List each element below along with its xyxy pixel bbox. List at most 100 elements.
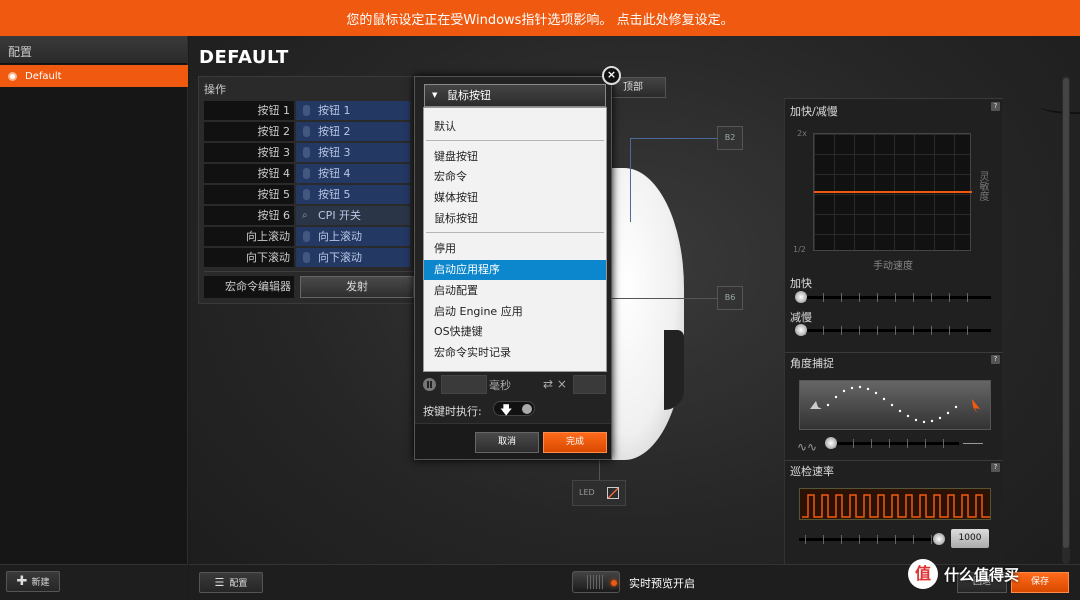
selected-action-label: 鼠标按钮: [447, 89, 491, 102]
menu-item-media[interactable]: 媒体按钮: [424, 188, 606, 208]
action-type-list: 默认 键盘按钮 宏命令 媒体按钮 鼠标按钮 停用 启动应用程序 启动配置 启动 …: [423, 107, 607, 372]
menu-item-live-macro[interactable]: 宏命令实时记录: [424, 343, 606, 363]
accelerate-slider[interactable]: [795, 291, 991, 303]
mouse-side-panel: [664, 330, 684, 410]
button-name: 按钮 4: [204, 164, 294, 183]
menu-item-launch-profile[interactable]: 启动配置: [424, 281, 606, 301]
button-assignment[interactable]: 向上滚动: [296, 227, 410, 246]
accelerate-label: 加快: [790, 277, 812, 290]
action-picker-dialog: ▼ 鼠标按钮 默认 键盘按钮 宏命令 媒体按钮 鼠标按钮 停用 启动应用程序 启…: [414, 76, 612, 460]
callout-line: [630, 138, 717, 139]
new-profile-button[interactable]: ✚ 新建: [6, 571, 60, 592]
button-name: 按钮 1: [204, 101, 294, 120]
button-assignment[interactable]: 按钮 2: [296, 122, 410, 141]
button-assignment[interactable]: 按钮 5: [296, 185, 410, 204]
accel-side-label: 灵敏度: [977, 171, 988, 201]
angle-wave-graphic: [810, 385, 980, 424]
menu-item-launch-app[interactable]: 启动应用程序: [424, 260, 606, 280]
button-row[interactable]: 按钮 4 按钮 4: [204, 164, 410, 183]
mouse-icon: [303, 231, 310, 242]
mouse-icon: [303, 105, 310, 116]
accel-graph[interactable]: [813, 133, 972, 251]
assignment-label: 按钮 4: [318, 167, 351, 180]
banner-text: 您的鼠标设定正在受Windows指针选项影响。 点击此处修复设定。: [346, 12, 734, 28]
polling-graph: [799, 488, 991, 520]
profile-item-default[interactable]: Default: [0, 65, 188, 87]
led-box[interactable]: LED: [572, 480, 626, 506]
button-row[interactable]: 按钮 6 ⌕ CPI 开关: [204, 206, 410, 225]
preview-led-icon: [611, 580, 617, 586]
sidebar-title: 配置: [0, 36, 187, 64]
mouse-icon: [303, 147, 310, 158]
wave-dots: [826, 385, 958, 424]
scrollbar-thumb[interactable]: [1063, 78, 1069, 548]
slider-knob[interactable]: [795, 291, 807, 303]
assignment-label: 向下滚动: [318, 251, 362, 264]
config-button[interactable]: ☰ 配置: [199, 572, 263, 593]
button-row[interactable]: 按钮 2 按钮 2: [204, 122, 410, 141]
decelerate-label: 减慢: [790, 311, 812, 324]
accel-help-icon[interactable]: ?: [991, 102, 1000, 111]
polling-value[interactable]: 1000: [951, 529, 989, 548]
menu-item-keyboard[interactable]: 键盘按钮: [424, 147, 606, 167]
callout-b2[interactable]: B2: [717, 126, 743, 150]
list-icon: ☰: [214, 576, 225, 589]
button-row[interactable]: 按钮 1 按钮 1: [204, 101, 410, 120]
live-preview-toggle[interactable]: [572, 571, 620, 593]
dropdown-arrow-icon: ▼: [432, 91, 438, 99]
repeat-count-input[interactable]: [573, 375, 606, 394]
profile-radio-icon: [8, 71, 17, 81]
polling-title: 巡检速率: [790, 465, 834, 478]
mouse-image: [612, 168, 684, 460]
fix-settings-banner[interactable]: 您的鼠标设定正在受Windows指针选项影响。 点击此处修复设定。: [0, 0, 1080, 36]
button-assignment[interactable]: 按钮 4: [296, 164, 410, 183]
assignment-label: 按钮 5: [318, 188, 351, 201]
button-row[interactable]: 按钮 3 按钮 3: [204, 143, 410, 162]
ms-label: 毫秒: [489, 379, 511, 392]
angle-slider[interactable]: [825, 437, 959, 449]
button-row[interactable]: 向下滚动 向下滚动: [204, 248, 410, 267]
menu-item-launch-engine-app[interactable]: 启动 Engine 应用: [424, 302, 606, 322]
pause-icon[interactable]: [423, 378, 436, 391]
accel-y-top: 2x: [797, 129, 807, 138]
polling-slider[interactable]: [799, 533, 945, 545]
arrow-down-icon: 🡇: [500, 403, 513, 417]
decelerate-slider[interactable]: [795, 324, 991, 336]
mouse-icon: [303, 189, 310, 200]
menu-item-macro[interactable]: 宏命令: [424, 167, 606, 187]
menu-item-mouse[interactable]: 鼠标按钮: [424, 209, 606, 229]
close-dialog-button[interactable]: ×: [602, 66, 621, 85]
hold-execute-toggle[interactable]: 🡇: [493, 401, 535, 417]
menu-item-os-shortcut[interactable]: OS快捷键: [424, 322, 606, 342]
fire-button[interactable]: 发射: [300, 276, 414, 298]
delay-input[interactable]: [441, 375, 487, 394]
slider-ticks: [805, 293, 985, 302]
slider-knob[interactable]: [795, 324, 807, 336]
grip-icon: [587, 575, 603, 589]
button-name: 向上滚动: [204, 227, 294, 246]
assignment-label: 按钮 2: [318, 125, 351, 138]
button-name: 按钮 6: [204, 206, 294, 225]
action-type-select[interactable]: ▼ 鼠标按钮: [424, 84, 606, 107]
mouse-shadow: [1041, 100, 1080, 114]
slider-knob[interactable]: [933, 533, 945, 545]
button-assignment[interactable]: ⌕ CPI 开关: [296, 206, 410, 225]
button-name: 按钮 2: [204, 122, 294, 141]
menu-item-default[interactable]: 默认: [424, 117, 606, 137]
callout-b6[interactable]: B6: [717, 286, 743, 310]
slider-ticks: [805, 326, 985, 335]
button-assignment[interactable]: 按钮 3: [296, 143, 410, 162]
slider-ticks: [835, 439, 959, 448]
mouse-icon: [303, 252, 310, 263]
menu-item-disable[interactable]: 停用: [424, 239, 606, 259]
cursor-start-icon: [810, 401, 822, 409]
cancel-button[interactable]: 取消: [475, 432, 539, 453]
button-assignment[interactable]: 按钮 1: [296, 101, 410, 120]
done-button[interactable]: 完成: [543, 432, 607, 453]
polling-help-icon[interactable]: ?: [991, 463, 1000, 472]
button-row[interactable]: 按钮 5 按钮 5: [204, 185, 410, 204]
slider-knob[interactable]: [825, 437, 837, 449]
button-assignment[interactable]: 向下滚动: [296, 248, 410, 267]
angle-help-icon[interactable]: ?: [991, 355, 1000, 364]
button-row[interactable]: 向上滚动 向上滚动: [204, 227, 410, 246]
